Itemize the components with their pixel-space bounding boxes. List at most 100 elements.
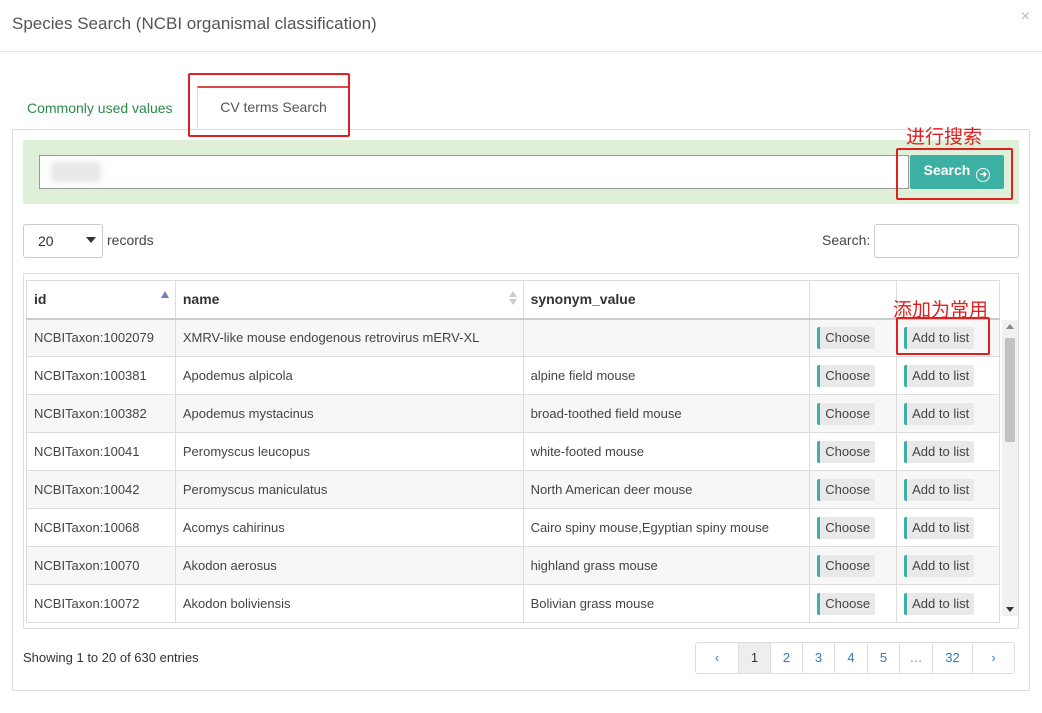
table-row: NCBITaxon:10041 Peromyscus leucopus white-…: [26, 432, 1000, 471]
cell-choose: Choose: [809, 508, 898, 547]
search-input[interactable]: [39, 155, 909, 189]
results-table: id name synonym_value NCBITaxon:1002079 X…: [26, 280, 1000, 623]
cell-name: Akodon aerosus: [174, 546, 524, 585]
page-2[interactable]: 2: [771, 643, 803, 673]
redacted-search-text: [51, 162, 101, 182]
tab-cv-terms-search[interactable]: CV terms Search: [197, 86, 350, 129]
cell-synonym: alpine field mouse: [522, 356, 811, 395]
add-to-list-button[interactable]: Add to list: [904, 592, 975, 615]
cell-id: NCBITaxon:100382: [26, 394, 176, 433]
cell-choose: Choose: [809, 584, 898, 623]
add-to-list-button[interactable]: Add to list: [904, 364, 975, 387]
pagination-previous[interactable]: ‹: [696, 643, 739, 673]
cell-synonym: broad-toothed field mouse: [522, 394, 811, 433]
column-header-choose: [809, 280, 898, 320]
cell-add: Add to list: [896, 470, 1000, 509]
cell-add: Add to list: [896, 394, 1000, 433]
table-row: NCBITaxon:100381 Apodemus alpicola alpine …: [26, 356, 1000, 395]
cell-choose: Choose: [809, 394, 898, 433]
cell-name: Peromyscus maniculatus: [174, 470, 524, 509]
add-to-list-button[interactable]: Add to list: [904, 402, 975, 425]
column-header-id[interactable]: id: [26, 280, 176, 320]
cell-choose: Choose: [809, 356, 898, 395]
column-header-name[interactable]: name: [174, 280, 524, 320]
cell-id: NCBITaxon:10070: [26, 546, 176, 585]
cell-name: Apodemus alpicola: [174, 356, 524, 395]
records-per-page-select[interactable]: 20: [23, 224, 103, 258]
page-32[interactable]: 32: [933, 643, 973, 673]
table-row: NCBITaxon:100382 Apodemus mystacinus broad…: [26, 394, 1000, 433]
column-header-synonym-value[interactable]: synonym_value: [522, 280, 811, 320]
table-row: NCBITaxon:10042 Peromyscus maniculatus Nor…: [26, 470, 1000, 509]
table-info: Showing 1 to 20 of 630 entries: [23, 650, 199, 665]
choose-button[interactable]: Choose: [817, 440, 876, 463]
cell-choose: Choose: [809, 470, 898, 509]
choose-button[interactable]: Choose: [817, 516, 876, 539]
scroll-up-icon[interactable]: [1006, 324, 1014, 329]
annotation-add-label: 添加为常用: [893, 300, 989, 321]
cell-add: Add to list: [896, 546, 1000, 585]
dialog-header: Species Search (NCBI organismal classifi…: [0, 0, 1042, 52]
scrollbar-thumb[interactable]: [1005, 338, 1015, 442]
cell-name: Acomys cahirinus: [174, 508, 524, 547]
table-search-label: Search:: [822, 232, 871, 248]
cell-synonym: North American deer mouse: [522, 470, 811, 509]
add-to-list-button[interactable]: Add to list: [904, 516, 975, 539]
records-label: records: [107, 232, 154, 248]
cell-name: XMRV-like mouse endogenous retrovirus mE…: [174, 318, 524, 357]
choose-button[interactable]: Choose: [817, 554, 876, 577]
search-button-label: Search: [923, 162, 971, 178]
choose-button[interactable]: Choose: [817, 364, 876, 387]
sort-icon: [508, 291, 517, 307]
cell-add: Add to list: [896, 508, 1000, 547]
pagination-next[interactable]: ›: [973, 643, 1014, 673]
annotation-search-label: 进行搜索: [906, 127, 983, 148]
page-3[interactable]: 3: [803, 643, 835, 673]
results-table-container: id name synonym_value NCBITaxon:1002079 X…: [23, 273, 1019, 629]
cell-add: Add to list: [896, 432, 1000, 471]
records-per-page-value: 20: [38, 233, 54, 249]
scroll-down-icon[interactable]: [1006, 607, 1014, 612]
table-search-input[interactable]: [874, 224, 1019, 258]
cell-id: NCBITaxon:10042: [26, 470, 176, 509]
pagination-ellipsis: …: [900, 643, 933, 673]
page-5[interactable]: 5: [868, 643, 900, 673]
chevron-down-icon: [86, 237, 96, 243]
cell-synonym: white-footed mouse: [522, 432, 811, 471]
cell-name: Peromyscus leucopus: [174, 432, 524, 471]
cell-add: Add to list: [896, 318, 1000, 357]
choose-button[interactable]: Choose: [817, 478, 876, 501]
search-button[interactable]: Search ➜: [910, 155, 1004, 189]
close-icon[interactable]: ×: [1021, 8, 1030, 26]
cell-id: NCBITaxon:10072: [26, 584, 176, 623]
choose-button[interactable]: Choose: [817, 592, 876, 615]
cell-synonym: Cairo spiny mouse,Egyptian spiny mouse: [522, 508, 811, 547]
cell-name: Akodon boliviensis: [174, 584, 524, 623]
pagination: ‹ 1 2 3 4 5… 32 ›: [695, 642, 1015, 674]
choose-button[interactable]: Choose: [817, 402, 876, 425]
table-scrollbar[interactable]: [1002, 320, 1018, 616]
cell-id: NCBITaxon:10068: [26, 508, 176, 547]
table-row: NCBITaxon:10070 Akodon aerosus highland gr…: [26, 546, 1000, 585]
add-to-list-button[interactable]: Add to list: [904, 478, 975, 501]
sort-ascending-icon: [160, 291, 169, 298]
table-row: NCBITaxon:10072 Akodon boliviensis Bolivia…: [26, 584, 1000, 623]
choose-button[interactable]: Choose: [817, 326, 876, 349]
tab-commonly-used-values[interactable]: Commonly used values: [27, 100, 173, 116]
add-to-list-button[interactable]: Add to list: [904, 440, 975, 463]
add-to-list-button[interactable]: Add to list: [904, 554, 975, 577]
cell-synonym: highland grass mouse: [522, 546, 811, 585]
cell-id: NCBITaxon:100381: [26, 356, 176, 395]
cell-choose: Choose: [809, 318, 898, 357]
cell-synonym: [522, 318, 811, 357]
cell-name: Apodemus mystacinus: [174, 394, 524, 433]
table-body: NCBITaxon:1002079 XMRV-like mouse endogen…: [26, 318, 1000, 623]
cell-id: NCBITaxon:1002079: [26, 318, 176, 357]
dialog-title: Species Search (NCBI organismal classifi…: [12, 14, 377, 33]
cell-choose: Choose: [809, 432, 898, 471]
table-row: NCBITaxon:1002079 XMRV-like mouse endogen…: [26, 318, 1000, 357]
add-to-list-button[interactable]: Add to list: [904, 326, 975, 349]
page-1[interactable]: 1: [739, 643, 771, 673]
table-row: NCBITaxon:10068 Acomys cahirinus Cairo spi…: [26, 508, 1000, 547]
page-4[interactable]: 4: [835, 643, 868, 673]
